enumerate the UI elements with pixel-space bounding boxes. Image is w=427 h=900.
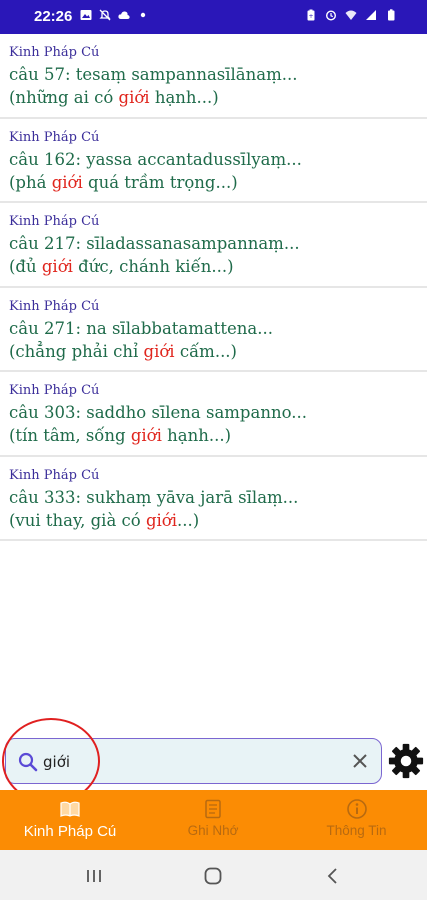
meaning-before: (vui thay, già có — [9, 510, 146, 530]
highlighted-keyword: giới — [143, 341, 175, 361]
list-item[interactable]: Kinh Pháp Cú câu 57: tesaṃ sampannasīlān… — [0, 34, 427, 119]
search-input[interactable] — [43, 750, 333, 774]
meaning-before: (phá — [9, 172, 52, 192]
meaning-before: (tín tâm, sống — [9, 426, 131, 445]
item-verse: câu 271: na sīlabbatamattena... — [9, 318, 273, 338]
nav-label: Kinh Pháp Cú — [23, 823, 117, 840]
highlighted-keyword: giới — [130, 426, 162, 445]
cloud-icon — [118, 11, 130, 19]
item-source: Kinh Pháp Cú — [9, 383, 100, 398]
item-source: Kinh Pháp Cú — [9, 214, 100, 229]
highlighted-keyword: giới — [145, 510, 178, 530]
item-verse: câu 162: yassa accantadussīlyaṃ... — [9, 149, 302, 169]
list-item[interactable]: Kinh Pháp Cú câu 333: sukhaṃ yāva jarā s… — [0, 457, 427, 541]
svg-text:+: + — [308, 13, 313, 20]
item-meaning: (những ai có giới hạnh...) — [9, 88, 219, 107]
meaning-after: đức, chánh kiến...) — [72, 257, 234, 276]
info-icon — [346, 799, 367, 819]
item-meaning: (đủ giới đức, chánh kiến...) — [9, 257, 234, 276]
meaning-after: cấm...) — [174, 341, 237, 361]
nav-label: Thông Tin — [326, 823, 387, 838]
alarm-icon — [325, 10, 337, 21]
status-notification-icons — [80, 9, 149, 21]
meaning-before: (những ai có — [9, 88, 119, 107]
item-source: Kinh Pháp Cú — [9, 45, 100, 60]
highlighted-keyword: giới — [41, 257, 73, 276]
item-verse: câu 57: tesaṃ sampannasīlānaṃ... — [9, 65, 298, 84]
bottom-navigation: Kinh Pháp Cú Ghi Nhớ Thông Tin — [0, 790, 427, 850]
battery-icon — [388, 9, 395, 21]
signal-icon — [366, 10, 376, 20]
item-meaning: (vui thay, già có giới...) — [9, 511, 199, 530]
tab-kinh-phap-cu[interactable]: Kinh Pháp Cú — [0, 790, 140, 850]
item-source: Kinh Pháp Cú — [9, 298, 100, 314]
status-time: 22:26 — [34, 8, 73, 25]
tab-thong-tin[interactable]: Thông Tin — [286, 790, 427, 850]
item-source: Kinh Pháp Cú — [9, 467, 100, 483]
search-icon[interactable] — [17, 751, 39, 773]
recents-icon[interactable] — [83, 865, 105, 887]
back-icon[interactable] — [322, 865, 344, 887]
system-navigation-bar — [0, 850, 427, 900]
status-bar: 22:26 + — [0, 0, 427, 34]
wifi-icon — [345, 10, 357, 20]
meaning-before: (chẳng phải chỉ — [9, 341, 144, 361]
list-item[interactable]: Kinh Pháp Cú câu 217: sīladassanasampann… — [0, 203, 427, 288]
home-icon[interactable] — [202, 865, 224, 887]
battery-saver-icon: + — [307, 9, 315, 21]
item-meaning: (phá giới quá trầm trọng...) — [9, 173, 238, 192]
meaning-after: hạnh...) — [161, 426, 232, 445]
tab-ghi-nho[interactable]: Ghi Nhớ — [143, 790, 283, 850]
item-verse: câu 303: saddho sīlena sampanno... — [9, 403, 307, 422]
meaning-after: quá trầm trọng...) — [82, 172, 238, 192]
list-item[interactable]: Kinh Pháp Cú câu 162: yassa accantadussī… — [0, 119, 427, 203]
result-list: Kinh Pháp Cú câu 57: tesaṃ sampannasīlān… — [0, 34, 427, 541]
image-icon — [80, 10, 92, 20]
book-icon — [60, 801, 80, 817]
close-icon[interactable] — [351, 752, 369, 770]
list-item[interactable]: Kinh Pháp Cú câu 271: na sīlabbatamatten… — [0, 288, 427, 372]
meaning-before: (đủ — [9, 257, 42, 276]
item-verse: câu 217: sīladassanasampannaṃ... — [9, 234, 300, 253]
meaning-after: ...) — [177, 510, 200, 530]
list-item[interactable]: Kinh Pháp Cú câu 303: saddho sīlena samp… — [0, 372, 427, 457]
highlighted-keyword: giới — [51, 172, 83, 192]
mute-icon — [99, 9, 111, 21]
item-verse: câu 333: sukhaṃ yāva jarā sīlaṃ... — [9, 487, 299, 507]
item-meaning: (tín tâm, sống giới hạnh...) — [9, 426, 231, 445]
dot-icon — [140, 12, 146, 18]
status-system-icons: + — [305, 9, 397, 21]
gear-icon[interactable] — [387, 741, 425, 781]
meaning-after: hạnh...) — [149, 88, 219, 107]
item-source: Kinh Pháp Cú — [9, 129, 100, 145]
notes-icon — [205, 799, 221, 819]
item-meaning: (chẳng phải chỉ giới cấm...) — [9, 342, 237, 361]
search-box[interactable] — [5, 738, 382, 784]
nav-label: Ghi Nhớ — [187, 823, 239, 838]
highlighted-keyword: giới — [118, 88, 150, 107]
